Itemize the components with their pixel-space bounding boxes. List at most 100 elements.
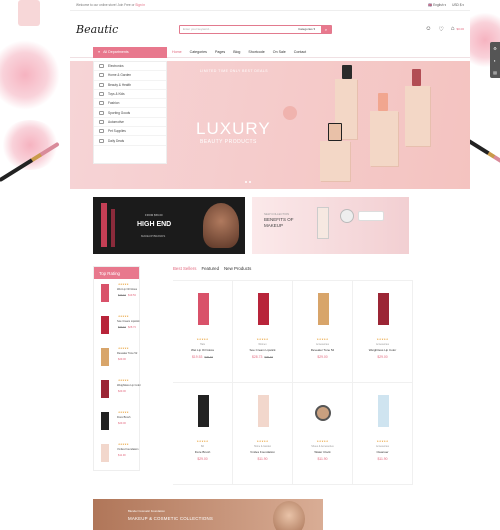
- product-price: $29.00: [293, 355, 352, 359]
- banner-benefits-makeup[interactable]: NEW COLLECTION BENEFITS OF MAKEUP: [252, 197, 409, 254]
- site-logo[interactable]: Beautic: [76, 23, 151, 36]
- department-icon: [99, 138, 104, 143]
- product-card[interactable]: ★★★★★ Women Soe Cream Lipstick $28.73 $30.10: [233, 281, 293, 383]
- tab-best-sellers[interactable]: Best Sellers: [173, 266, 196, 271]
- slider-dot[interactable]: [245, 181, 247, 183]
- product-thumbnail: [101, 316, 109, 334]
- department-item[interactable]: Daily Deals: [94, 136, 166, 146]
- banner-high-end[interactable]: FROM $59.00 HIGH END MAKEUP BRANDS: [93, 197, 245, 254]
- product-image[interactable]: [198, 395, 209, 427]
- product-image[interactable]: [378, 395, 389, 427]
- all-departments-button[interactable]: ≡ All Departments: [93, 46, 167, 58]
- product-image[interactable]: [198, 293, 209, 325]
- department-item[interactable]: Fashion: [94, 99, 166, 109]
- departments-menu: Electronics Home & Garden Beauty & Health T…: [93, 61, 167, 164]
- product-name[interactable]: Wet Lip Oil Gloss: [173, 348, 232, 352]
- product-name[interactable]: Cleanser: [353, 450, 412, 454]
- department-item[interactable]: Electronics: [94, 62, 166, 72]
- nail-polish-image: [18, 0, 40, 26]
- search-button[interactable]: ⌕: [321, 25, 331, 33]
- top-rating-item[interactable]: ★★★★★ Revealer Tone 52 $29.00: [94, 343, 139, 375]
- product-image[interactable]: [318, 293, 329, 325]
- slider-dot[interactable]: [249, 181, 251, 183]
- top-rating-item[interactable]: ★★★★★ Fiore Brush $29.00: [94, 407, 139, 439]
- pink-powder-splash: [0, 40, 60, 110]
- nav-item-on-sale[interactable]: On Sale: [273, 50, 286, 54]
- department-label: Sporting Goods: [108, 110, 131, 115]
- cart-button[interactable]: ⌂ $0.00: [451, 26, 464, 32]
- product-name[interactable]: Fiore Brush: [117, 416, 130, 419]
- product-category: Shoes & Accessories: [311, 445, 334, 448]
- old-price: $20.10: [204, 355, 213, 359]
- department-item[interactable]: Pet Supplies: [94, 127, 166, 137]
- product-card[interactable]: ★★★★★ Hats Wet Lip Oil Gloss $19.53 $20.10: [173, 281, 233, 383]
- product-name[interactable]: Vmiles Foundation: [233, 450, 292, 454]
- product-name[interactable]: Weightless Lip Color: [117, 384, 141, 387]
- product-thumbnail: [101, 348, 109, 366]
- rating-stars: ★★★★★: [316, 338, 329, 341]
- product-image[interactable]: [258, 395, 269, 427]
- product-name[interactable]: Soe Cream Lipstick: [233, 348, 292, 352]
- department-item[interactable]: Toys & Kids: [94, 90, 166, 100]
- product-card[interactable]: ★★★★★ Accessories Revealer Tone 52 $29.00: [293, 281, 353, 383]
- settings-icon[interactable]: ⚙: [493, 46, 497, 51]
- nav-item-home[interactable]: Home: [172, 50, 182, 54]
- product-card[interactable]: ★★★★★ Shoes & Accessories Water Clock $11.9…: [293, 383, 353, 485]
- nav-item-blog[interactable]: Blog: [233, 50, 240, 54]
- product-name[interactable]: Water Clock: [293, 450, 352, 454]
- department-item[interactable]: Sporting Goods: [94, 108, 166, 118]
- product-card[interactable]: ★★★★★ Home & Garden Vmiles Foundation $11.9…: [233, 383, 293, 485]
- bottom-banner[interactable]: Blender Cosmetic Foundation MAKEUP & COS…: [93, 499, 323, 530]
- current-price: $28.73: [127, 326, 136, 329]
- product-card[interactable]: ★★★★★ Accessories Weightless Lip Color $29.…: [353, 281, 413, 383]
- current-price: $19.53: [127, 294, 136, 297]
- nav-item-contact[interactable]: Contact: [294, 50, 306, 54]
- department-item[interactable]: Home & Garden: [94, 71, 166, 81]
- lipstick-image: [111, 209, 115, 247]
- user-icon[interactable]: ☺: [425, 26, 431, 32]
- wishlist-icon[interactable]: ♡: [438, 26, 443, 33]
- product-image[interactable]: [258, 293, 269, 325]
- department-item[interactable]: Automotive: [94, 118, 166, 128]
- current-price: $29.00: [197, 457, 208, 461]
- cosmetic-product-image: [378, 93, 388, 111]
- nav-item-categories[interactable]: Categories: [190, 50, 207, 54]
- search-input[interactable]: Enter your keyword...: [180, 27, 292, 31]
- sign-in-link[interactable]: Sign in: [135, 3, 145, 7]
- cosmetic-product-image: [342, 65, 352, 79]
- product-card[interactable]: ★★★★★ Accessories Cleanser $11.90: [353, 383, 413, 485]
- top-rating-item[interactable]: ★★★★★ Vmiles Foundation $11.90: [94, 439, 139, 471]
- department-label: Fashion: [108, 101, 120, 106]
- color-icon[interactable]: ◐: [494, 58, 496, 63]
- product-name[interactable]: Revealer Tone 52: [117, 352, 137, 355]
- department-icon: [99, 92, 104, 97]
- product-name[interactable]: Vmiles Foundation: [117, 448, 138, 451]
- nav-item-pages[interactable]: Pages: [215, 50, 225, 54]
- department-label: Home & Garden: [108, 73, 132, 78]
- product-name[interactable]: Wet Lip Oil Gloss: [117, 288, 137, 291]
- top-rating-item[interactable]: ★★★★★ Weightless Lip Color $29.00: [94, 375, 141, 407]
- model-face-image: [273, 501, 305, 530]
- product-name[interactable]: Fiore Brush: [173, 450, 232, 454]
- currency-select[interactable]: USD $ ▾: [452, 3, 464, 7]
- product-image[interactable]: [378, 293, 389, 325]
- product-card[interactable]: ★★★★★ Bd Fiore Brush $29.00: [173, 383, 233, 485]
- top-rating-item[interactable]: ★★★★★ Wet Lip Oil Gloss $20.10 $19.53: [94, 279, 139, 311]
- tab-new-products[interactable]: New Products: [224, 266, 251, 271]
- layout-icon[interactable]: ▤: [493, 70, 497, 75]
- rating-stars: ★★★★★: [196, 338, 209, 341]
- cosmetic-product-image: [328, 123, 342, 141]
- product-name[interactable]: Soe Cream Lipstick: [117, 320, 140, 323]
- language-select[interactable]: 🇬🇧 English ▾: [428, 3, 446, 7]
- product-name[interactable]: Weightless Lip Color: [353, 348, 412, 352]
- product-price: $29.00: [118, 390, 126, 393]
- product-name[interactable]: Revealer Tone 52: [293, 348, 352, 352]
- product-image[interactable]: [315, 405, 331, 421]
- nav-item-shortcode[interactable]: Shortcode: [248, 50, 264, 54]
- tab-featured[interactable]: Featured: [201, 266, 219, 271]
- product-price: $11.90: [118, 454, 126, 457]
- search-category-select[interactable]: Categories ▾: [292, 27, 321, 31]
- current-price: $29.00: [377, 355, 388, 359]
- department-item[interactable]: Beauty & Health: [94, 81, 166, 90]
- top-rating-item[interactable]: ★★★★★ Soe Cream Lipstick $30.10 $28.73: [94, 311, 140, 343]
